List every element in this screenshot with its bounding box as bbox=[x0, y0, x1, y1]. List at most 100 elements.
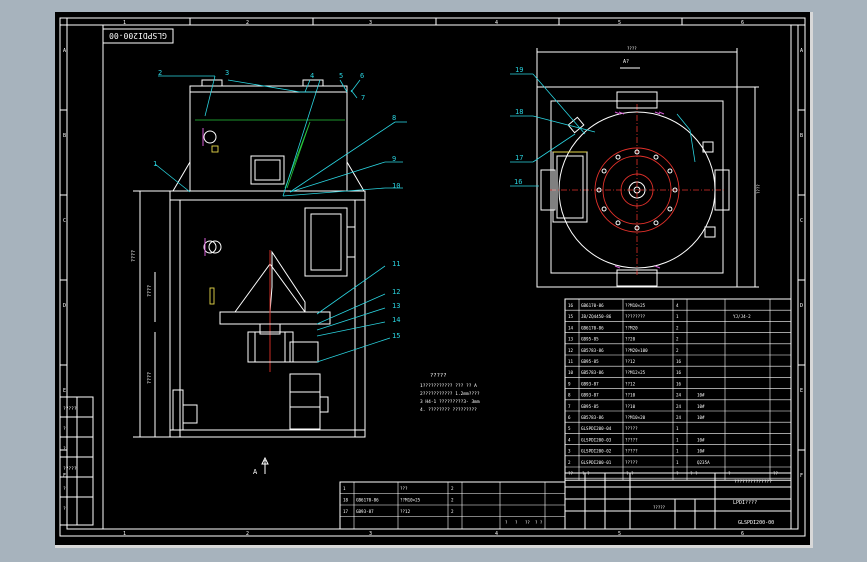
front-view: ???? ???? ???? bbox=[131, 79, 366, 438]
drive-motor bbox=[289, 373, 321, 430]
top-view-label: A? bbox=[623, 59, 629, 65]
svg-text:1: 1 bbox=[676, 426, 679, 431]
bom-row: 2 GLSPDI200-01????? 1 Q235A bbox=[568, 460, 710, 465]
callout-10: 10 bbox=[392, 182, 400, 190]
bom-row: 16 GB6170-86 ??M10×25 4 bbox=[568, 303, 679, 308]
note-4: 4. ???????? ????????? bbox=[420, 407, 477, 413]
bom-row: 12 GB5783-86 ??M20×100 2 bbox=[568, 348, 679, 353]
callout-19: 19 bbox=[515, 66, 523, 74]
grid-bottom-4: 4 bbox=[495, 531, 498, 537]
bolt-hole bbox=[653, 154, 659, 160]
svg-text:??12: ??12 bbox=[625, 381, 636, 386]
svg-text:15: 15 bbox=[568, 314, 574, 319]
grid-right-D: D bbox=[800, 303, 803, 309]
company-name: ?????????????? bbox=[734, 479, 772, 485]
svg-text:14: 14 bbox=[568, 325, 574, 330]
svg-text:GB93-87: GB93-87 bbox=[581, 393, 599, 398]
svg-text:4: 4 bbox=[568, 437, 571, 442]
title-block: ?????????????? LPDI???? GLSPDI200-00 ???… bbox=[564, 472, 792, 530]
callout-14: 14 bbox=[392, 316, 400, 324]
callout-15: 15 bbox=[392, 332, 400, 340]
svg-text:???: ??? bbox=[400, 486, 408, 491]
drawing-code: GLSPDI200-00 bbox=[738, 520, 774, 526]
grid-left-B: B bbox=[63, 133, 66, 139]
svg-text:11: 11 bbox=[568, 359, 574, 364]
svg-text:2: 2 bbox=[451, 509, 454, 514]
bolt-hole bbox=[667, 168, 673, 174]
dim-mid: ???? bbox=[147, 285, 153, 297]
technical-notes: ????? 1??????????? ??? ?? A 2???????????… bbox=[420, 373, 480, 413]
callout-17: 17 bbox=[515, 154, 523, 162]
grid-top-3: 3 bbox=[369, 20, 372, 26]
svg-text:12: 12 bbox=[568, 348, 574, 353]
bolt-hole bbox=[667, 206, 673, 212]
svg-text:GB95-85: GB95-85 bbox=[581, 404, 599, 409]
svg-text:GLSPDI200-03: GLSPDI200-03 bbox=[581, 437, 612, 442]
grid-bottom-1: 1 bbox=[123, 531, 126, 537]
svg-text:3: 3 bbox=[568, 449, 571, 454]
note-1: 1??????????? ??? ?? A bbox=[420, 383, 477, 389]
svg-text:10: 10 bbox=[568, 370, 574, 375]
bom-row: 8 GB93-87 ??10 24 10# bbox=[568, 393, 705, 398]
svg-text:GLSPDI200-02: GLSPDI200-02 bbox=[581, 449, 612, 454]
left-revision-table bbox=[59, 396, 94, 526]
svg-text:GB5783-86: GB5783-86 bbox=[581, 415, 604, 420]
svg-text:1: 1 bbox=[343, 486, 346, 491]
svg-text:10#: 10# bbox=[697, 393, 705, 398]
grid-right-A: A bbox=[800, 48, 803, 54]
rotated-title-code: GLSPDI200-00 bbox=[109, 31, 167, 40]
grid-top-5: 5 bbox=[618, 20, 621, 26]
svg-text:GB6170-86: GB6170-86 bbox=[581, 303, 604, 308]
callout-9: 9 bbox=[392, 155, 396, 163]
bom-row: 3 GLSPDI200-02????? 1 10# bbox=[568, 449, 705, 454]
svg-text:YJ/J4-2: YJ/J4-2 bbox=[733, 314, 751, 319]
notes-title: ????? bbox=[430, 373, 447, 379]
grid-right-F: F bbox=[800, 473, 803, 479]
drawing-name: LPDI???? bbox=[733, 500, 757, 506]
callout-6: 6 bbox=[360, 72, 364, 80]
svg-text:??20: ??20 bbox=[625, 337, 636, 342]
left-pipe-marker bbox=[209, 287, 215, 305]
svg-text:??M20×100: ??M20×100 bbox=[625, 348, 648, 353]
svg-text:24: 24 bbox=[676, 404, 682, 409]
distributor-plate bbox=[219, 311, 331, 325]
svg-text:2: 2 bbox=[676, 337, 679, 342]
svg-text:?????: ????? bbox=[625, 449, 638, 454]
callout-7: 7 bbox=[361, 94, 365, 102]
grid-top-1: 1 bbox=[123, 20, 126, 26]
svg-text:24: 24 bbox=[676, 415, 682, 420]
bom-row: 13 GB95-85 ??20 2 bbox=[568, 337, 679, 342]
svg-text:18: 18 bbox=[343, 498, 349, 503]
grid-right-B: B bbox=[800, 133, 803, 139]
callout-16: 16 bbox=[514, 178, 522, 186]
grid-left-C: C bbox=[63, 218, 66, 224]
dim-low: ???? bbox=[147, 372, 153, 384]
bottom-table-row: 1??? 2 bbox=[343, 486, 454, 491]
svg-text:GB5783-86: GB5783-86 bbox=[581, 348, 604, 353]
svg-text:????????: ???????? bbox=[625, 314, 646, 319]
title-extra: ????? bbox=[653, 505, 666, 510]
callout-5: 5 bbox=[339, 72, 343, 80]
bolt-hole bbox=[601, 206, 607, 212]
svg-text:2: 2 bbox=[568, 460, 571, 465]
grid-right-E: E bbox=[800, 388, 803, 394]
svg-text:10#: 10# bbox=[697, 404, 705, 409]
svg-text:2: 2 bbox=[451, 486, 454, 491]
svg-text:?????: ????? bbox=[625, 426, 638, 431]
svg-text:16: 16 bbox=[676, 381, 682, 386]
top-view: ???? ???? A? bbox=[536, 46, 761, 288]
cad-viewport[interactable]: 112233445566 AABBCCDDEEFF GLSPDI200-00 ?… bbox=[55, 12, 813, 548]
left-table-cell: ? bbox=[63, 486, 66, 492]
svg-text:5: 5 bbox=[568, 426, 571, 431]
bom-row: 7 GB95-85 ??10 24 10# bbox=[568, 404, 705, 409]
svg-text:4: 4 bbox=[676, 303, 679, 308]
grid-top-4: 4 bbox=[495, 20, 498, 26]
drawing-border bbox=[59, 17, 806, 537]
svg-text:GB5783-86: GB5783-86 bbox=[581, 370, 604, 375]
svg-text:GLSPDI200-04: GLSPDI200-04 bbox=[581, 426, 612, 431]
svg-text:??12: ??12 bbox=[400, 509, 411, 514]
left-table-cell: ? bbox=[63, 426, 66, 432]
grid-left-A: A bbox=[63, 48, 66, 54]
svg-text:9: 9 bbox=[568, 381, 571, 386]
callout-11: 11 bbox=[392, 260, 400, 268]
